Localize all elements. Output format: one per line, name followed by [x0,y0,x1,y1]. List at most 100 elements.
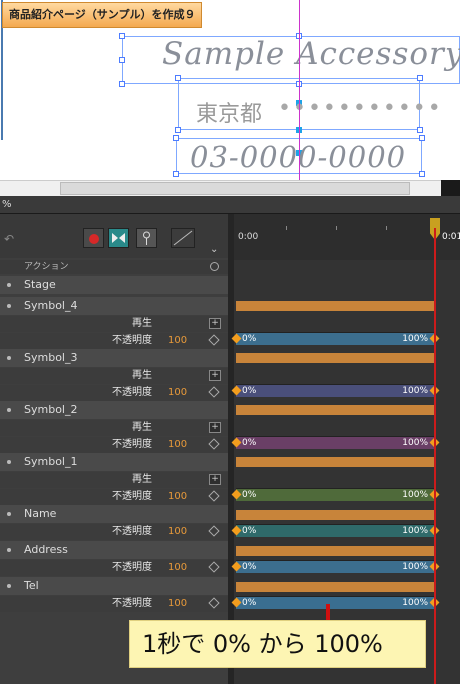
opacity-value[interactable]: 100 [168,524,187,540]
opacity-value[interactable]: 100 [168,333,187,349]
play-label: 再生 [132,318,152,329]
keyframe-toggle-icon[interactable] [208,438,220,450]
opacity-transition-bar[interactable]: 0% 100% [231,596,440,609]
stage-label: Stage [24,278,56,291]
opacity-transition-bar[interactable]: 0% 100% [231,332,440,345]
actions-row[interactable]: アクション [0,260,228,274]
symbol-row[interactable]: Symbol_2 [0,401,228,419]
element-row[interactable]: Name [0,505,228,523]
ruler-tick [286,226,287,230]
resize-handle[interactable] [119,81,125,87]
to-value: 100% [402,598,428,608]
sample-accessory-text[interactable]: Sample Accessory [162,36,460,72]
play-row[interactable]: 再生 + [0,316,228,332]
track-lane[interactable] [236,582,434,592]
keyframe-toggle-icon[interactable] [208,334,220,346]
keyframe-toggle-icon[interactable] [208,561,220,573]
opacity-row[interactable]: 不透明度 100 [0,560,228,576]
resize-handle[interactable] [173,171,179,177]
element-row[interactable]: Tel [0,577,228,595]
opacity-row[interactable]: 不透明度 100 [0,333,228,349]
add-action-button[interactable]: + [209,318,221,329]
scrollbar-thumb[interactable] [60,182,410,195]
symbol-row[interactable]: Symbol_1 [0,453,228,471]
undo-icon[interactable]: ↶ [4,232,14,246]
opacity-value[interactable]: 100 [168,437,187,453]
page-title: 商品紹介ページ（サンプル）を作成９ [2,2,203,28]
opacity-value[interactable]: 100 [168,596,187,612]
opacity-transition-bar[interactable]: 0% 100% [231,384,440,397]
track-lane[interactable] [236,353,434,363]
play-row[interactable]: 再生 + [0,420,228,436]
opacity-transition-bar[interactable]: 0% 100% [231,436,440,449]
from-value: 0% [242,562,257,572]
timeline-layers: ↶ ⌄ アクション Stage Symbol_4 再生 + 不透明度 100 Sym… [0,214,228,684]
element-row[interactable]: Address [0,541,228,559]
play-row[interactable]: 再生 + [0,368,228,384]
scrollbar-button[interactable] [441,180,460,196]
opacity-transition-bar[interactable]: 0% 100% [231,560,440,573]
opacity-row[interactable]: 不透明度 100 [0,489,228,505]
address-text[interactable]: 東京都 [196,96,262,128]
to-value: 100% [402,526,428,536]
element-name: Address [24,543,68,556]
symbol-name: Symbol_1 [24,455,78,468]
track-lane[interactable] [236,510,434,520]
keyframe-toggle-icon[interactable] [208,386,220,398]
resize-handle[interactable] [419,171,425,177]
resize-handle[interactable] [175,127,181,133]
track-lane[interactable] [236,546,434,556]
guide-line [299,0,300,182]
symbol-row[interactable]: Symbol_3 [0,349,228,367]
bullet-icon [7,548,11,552]
to-value: 100% [402,438,428,448]
keyframe-toggle-icon[interactable] [208,490,220,502]
add-action-button[interactable]: + [209,422,221,433]
stage-row[interactable]: Stage [0,276,228,294]
opacity-row[interactable]: 不透明度 100 [0,524,228,540]
resize-handle[interactable] [417,127,423,133]
opacity-transition-bar[interactable]: 0% 100% [231,524,440,537]
resize-handle[interactable] [417,75,423,81]
keyframe-toggle-icon[interactable] [208,597,220,609]
resize-handle[interactable] [119,33,125,39]
easing-button[interactable] [171,228,195,248]
ruler-tick [386,226,387,230]
playhead-line[interactable] [434,228,436,684]
track-lane[interactable] [236,405,434,415]
transition-icon [112,233,125,243]
pin-button[interactable] [136,228,157,248]
add-action-button[interactable]: + [209,474,221,485]
chevron-down-icon[interactable]: ⌄ [210,244,218,255]
track-lane[interactable] [236,457,434,467]
keyframe-toggle-icon[interactable] [208,525,220,537]
auto-keyframe-button[interactable] [83,228,104,248]
from-value: 0% [242,598,257,608]
to-value: 100% [402,562,428,572]
track-lane[interactable] [236,301,434,311]
auto-transition-button[interactable] [108,228,129,248]
opacity-label: 不透明度 [112,439,152,450]
bullet-icon [7,304,11,308]
resize-handle[interactable] [175,75,181,81]
actions-icon[interactable] [210,262,219,271]
bullet-icon [7,512,11,516]
opacity-value[interactable]: 100 [168,385,187,401]
resize-handle[interactable] [119,57,125,63]
play-row[interactable]: 再生 + [0,472,228,488]
from-value: 0% [242,526,257,536]
opacity-transition-bar[interactable]: 0% 100% [231,488,440,501]
opacity-value[interactable]: 100 [168,560,187,576]
add-action-button[interactable]: + [209,370,221,381]
time-ruler[interactable]: 0:00 0:01 [234,214,460,260]
stage-canvas: 商品紹介ページ（サンプル）を作成９ Sample Accessory 東京都 •… [0,0,460,196]
opacity-row[interactable]: 不透明度 100 [0,596,228,612]
annotation-note: 1秒で 0% から 100% [129,620,426,668]
symbol-row[interactable]: Symbol_4 [0,297,228,315]
opacity-value[interactable]: 100 [168,489,187,505]
opacity-row[interactable]: 不透明度 100 [0,437,228,453]
resize-handle[interactable] [419,135,425,141]
resize-handle[interactable] [173,135,179,141]
opacity-row[interactable]: 不透明度 100 [0,385,228,401]
play-label: 再生 [132,370,152,381]
